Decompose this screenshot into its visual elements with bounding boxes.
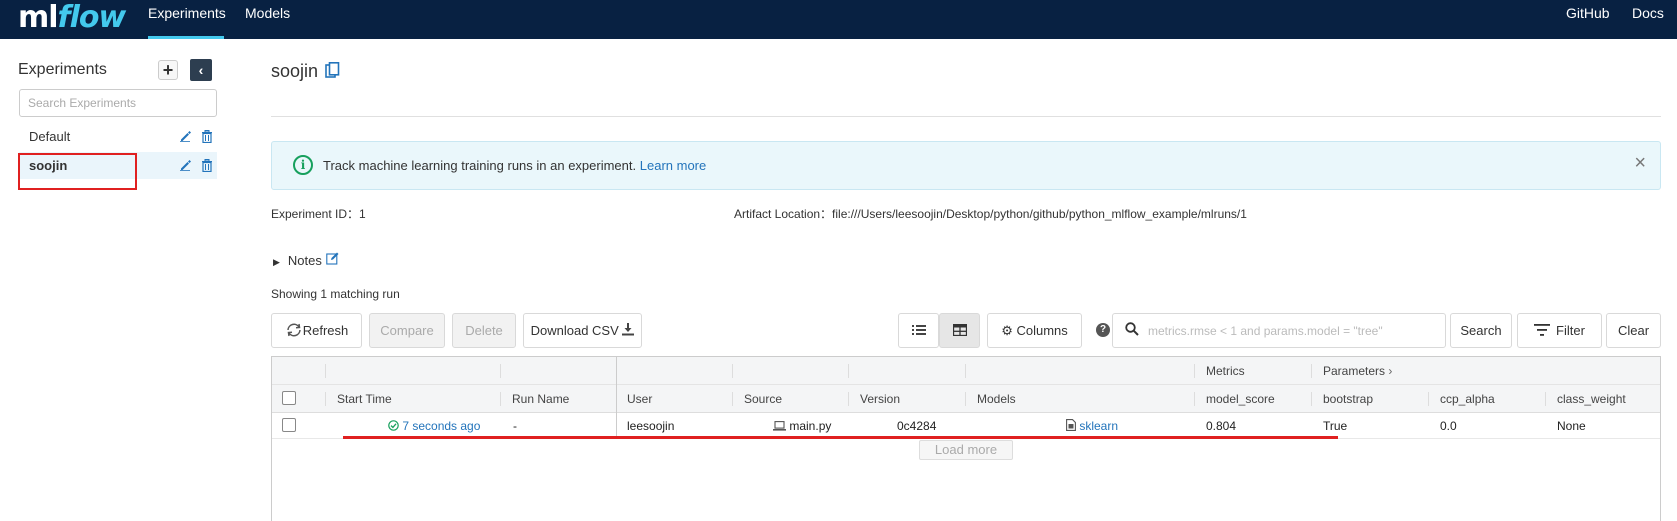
table-column-header: Start Time Run Name User Source Version …: [272, 385, 1660, 413]
col-user[interactable]: User: [627, 392, 652, 406]
nav-docs[interactable]: Docs: [1632, 5, 1664, 39]
edit-notes-icon[interactable]: [325, 252, 339, 268]
parameters-group-header[interactable]: Parameters ›: [1323, 364, 1392, 378]
delete-button[interactable]: Delete: [452, 313, 516, 348]
run-name-cell: -: [513, 419, 517, 433]
user-cell: leesoojin: [627, 419, 675, 433]
col-bootstrap[interactable]: bootstrap: [1323, 392, 1373, 406]
download-csv-button[interactable]: Download CSV: [523, 313, 642, 348]
col-ccp-alpha[interactable]: ccp_alpha: [1440, 392, 1495, 406]
trash-icon[interactable]: [201, 130, 213, 144]
help-icon[interactable]: ?: [1096, 323, 1110, 337]
search-icon: [1125, 322, 1139, 339]
start-time-link[interactable]: 7 seconds ago: [388, 419, 480, 433]
metrics-group-header: Metrics: [1206, 364, 1245, 378]
model-score-cell: 0.804: [1206, 419, 1237, 433]
load-more-button[interactable]: Load more: [919, 440, 1013, 460]
version-cell: 0c4284: [897, 419, 937, 433]
sidebar-item-default[interactable]: Default: [19, 123, 217, 150]
highlight-annotation-box: [18, 153, 137, 190]
bootstrap-cell: True: [1323, 419, 1348, 433]
caret-right-icon: ▶: [273, 257, 280, 267]
matching-runs-count: Showing 1 matching run: [271, 287, 400, 301]
download-icon: [622, 323, 635, 336]
divider: [271, 116, 1661, 117]
col-version[interactable]: Version: [860, 392, 900, 406]
copy-icon[interactable]: [325, 62, 340, 79]
table-icon: [952, 323, 967, 337]
select-all-checkbox[interactable]: [282, 391, 296, 405]
col-models[interactable]: Models: [977, 392, 1016, 406]
sidebar-title: Experiments: [18, 61, 107, 78]
sidebar-item-label: Default: [29, 129, 71, 144]
edit-icon[interactable]: [179, 159, 191, 172]
info-banner: i Track machine learning training runs i…: [271, 141, 1661, 190]
refresh-button[interactable]: Refresh: [271, 313, 362, 348]
source-cell[interactable]: main.py: [773, 419, 831, 433]
success-check-icon: [388, 420, 399, 431]
info-banner-text: Track machine learning training runs in …: [323, 158, 707, 173]
edit-icon[interactable]: [179, 130, 191, 143]
col-run-name[interactable]: Run Name: [512, 392, 569, 406]
list-icon: [911, 325, 926, 335]
class-weight-cell: None: [1557, 419, 1586, 433]
col-source[interactable]: Source: [744, 392, 782, 406]
table-group-header: Metrics Parameters ›: [272, 357, 1660, 385]
filter-button[interactable]: Filter: [1517, 313, 1602, 348]
artifact-location: Artifact Location：file:///Users/leesooji…: [734, 207, 1247, 221]
search-runs-input[interactable]: metrics.rmse < 1 and params.model = "tre…: [1112, 313, 1446, 348]
model-file-icon: [1066, 419, 1076, 431]
col-class-weight[interactable]: class_weight: [1557, 392, 1626, 406]
page-title: soojin: [271, 61, 319, 81]
top-navbar: mlflow Experiments Models GitHub Docs: [0, 0, 1677, 39]
info-icon: i: [293, 155, 313, 175]
collapse-sidebar-button[interactable]: ‹: [190, 59, 212, 81]
row-checkbox[interactable]: [282, 418, 296, 432]
close-icon[interactable]: ×: [1634, 152, 1646, 175]
highlight-annotation-underline: [343, 436, 1338, 439]
columns-button[interactable]: ⚙ Columns: [987, 313, 1082, 348]
filter-icon: [1534, 324, 1551, 336]
nav-github[interactable]: GitHub: [1566, 5, 1610, 39]
nav-experiments[interactable]: Experiments: [148, 5, 226, 39]
gear-icon: ⚙: [1001, 323, 1013, 338]
ccp-alpha-cell: 0.0: [1440, 419, 1457, 433]
search-placeholder: metrics.rmse < 1 and params.model = "tre…: [1148, 324, 1383, 338]
add-experiment-button[interactable]: +: [158, 60, 178, 80]
mlflow-logo[interactable]: mlflow: [18, 0, 126, 35]
col-start-time[interactable]: Start Time: [337, 392, 392, 406]
laptop-icon: [773, 421, 786, 431]
search-button[interactable]: Search: [1450, 313, 1512, 348]
model-link[interactable]: sklearn: [1066, 419, 1118, 433]
learn-more-link[interactable]: Learn more: [640, 158, 706, 173]
compare-button[interactable]: Compare: [369, 313, 445, 348]
notes-toggle[interactable]: ▶ Notes: [273, 252, 339, 268]
clear-button[interactable]: Clear: [1606, 313, 1661, 348]
experiment-id: Experiment ID：1: [271, 207, 366, 221]
nav-models[interactable]: Models: [245, 5, 290, 39]
chevron-right-icon: ›: [1388, 364, 1393, 378]
trash-icon[interactable]: [201, 159, 213, 173]
search-experiments-input[interactable]: [19, 89, 217, 117]
grid-view-button[interactable]: [939, 313, 980, 348]
col-model-score[interactable]: model_score: [1206, 392, 1275, 406]
list-view-button[interactable]: [898, 313, 939, 348]
